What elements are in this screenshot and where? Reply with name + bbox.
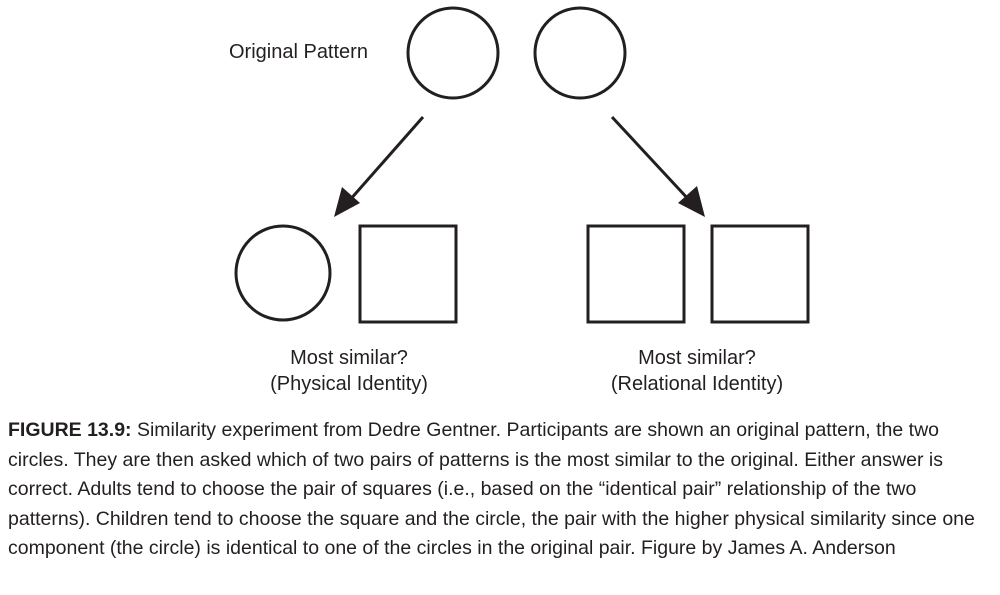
physical-option-label: (Physical Identity) (270, 373, 428, 395)
relational-option-label: (Relational Identity) (611, 373, 783, 395)
arrow-to-physical-pair (334, 116, 425, 217)
arrow-to-relational-pair (610, 115, 705, 217)
relational-pair-square-right (710, 224, 810, 324)
physical-pair-circle (234, 224, 332, 322)
figure-caption: FIGURE 13.9: Similarity experiment from … (8, 416, 998, 564)
similarity-diagram: Original Pattern Most similar? (Physical… (229, 6, 810, 395)
physical-option-question: Most similar? (290, 347, 408, 369)
relational-pair-square-left (586, 224, 686, 324)
figure-label: FIGURE 13.9: (8, 419, 132, 441)
original-circle-left (406, 6, 500, 100)
relational-option-question: Most similar? (638, 347, 756, 369)
physical-pair-square (358, 224, 458, 324)
original-pattern-label: Original Pattern (229, 41, 368, 63)
original-circle-right (533, 6, 627, 100)
caption-text: Similarity experiment from Dedre Gentner… (8, 419, 975, 559)
